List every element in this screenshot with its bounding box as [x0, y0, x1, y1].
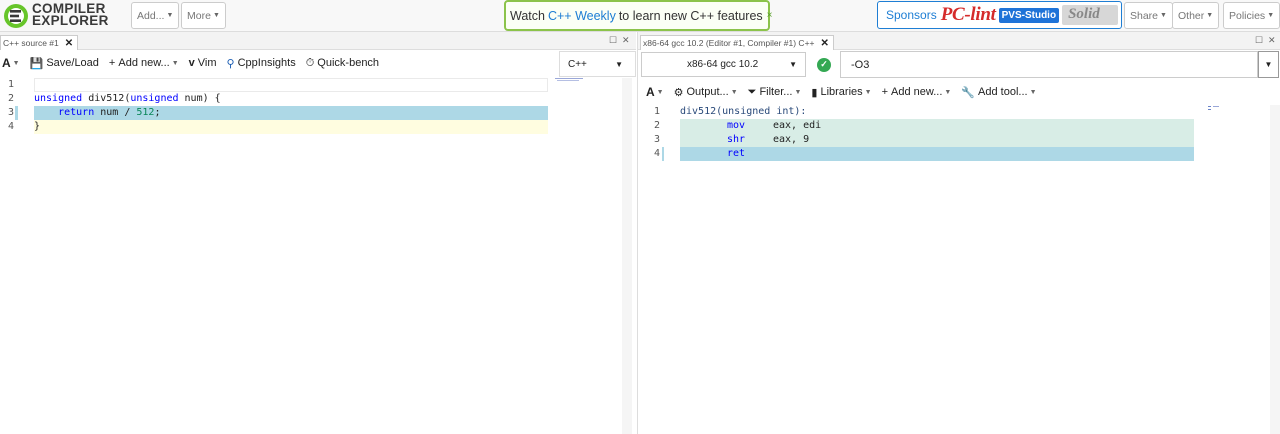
caret-down-icon: ▼ — [789, 60, 797, 69]
font-size-button[interactable]: A ▼ — [2, 56, 20, 70]
more-menu-button[interactable]: More ▼ — [181, 2, 226, 29]
vim-button[interactable]: v Vim — [189, 57, 217, 69]
filter-button[interactable]: ⏷ Filter... ▼ — [748, 86, 802, 99]
add-menu-button[interactable]: Add... ▼ — [131, 2, 180, 29]
asm-line: 2 mov eax, edi — [640, 119, 1194, 133]
assembly-output[interactable]: 1 div512(unsigned int): 2 mov eax, edi 3… — [640, 105, 1280, 434]
options-dropdown-button[interactable]: ▼ — [1258, 51, 1279, 78]
compiler-tabbar: x86-64 gcc 10.2 (Editor #1, Compiler #1)… — [638, 32, 1280, 50]
close-pane-icon[interactable]: ✕ — [622, 35, 630, 46]
close-banner-icon[interactable]: × — [767, 10, 773, 21]
add-new-button[interactable]: + Add new... ▼ — [109, 57, 179, 69]
stopwatch-icon: ⏱ — [305, 56, 315, 69]
asm-scrollbar[interactable] — [1270, 105, 1280, 434]
policies-menu-button[interactable]: Policies ▼ — [1223, 2, 1280, 29]
compiler-explorer-logo[interactable]: COMPILER EXPLORER — [2, 2, 118, 30]
quick-bench-button[interactable]: ⏱ Quick-bench — [306, 57, 379, 70]
announcement-banner: Watch C++ Weekly to learn new C++ featur… — [504, 0, 773, 31]
close-tab-icon[interactable]: ✕ — [821, 38, 829, 49]
caret-down-icon: ▼ — [212, 12, 220, 19]
compile-status-button[interactable]: ✓ — [810, 52, 838, 77]
plus-icon: + — [881, 86, 889, 98]
code-line: 2 unsigned div512(unsigned num) { — [8, 93, 221, 104]
asm-line: 1 div512(unsigned int): — [654, 106, 807, 117]
logo-line2: EXPLORER — [32, 13, 109, 28]
caret-down-icon: ▼ — [794, 88, 802, 96]
code-line: 4 } — [0, 120, 548, 134]
caret-down-icon: ▼ — [1206, 12, 1214, 19]
compiler-options-input[interactable]: -O3 — [840, 51, 1258, 78]
close-tab-icon[interactable]: ✕ — [65, 38, 73, 49]
libraries-button[interactable]: ▮ Libraries ▼ — [811, 86, 871, 99]
line-highlight — [680, 147, 1194, 161]
current-line-marker — [34, 78, 548, 92]
gear-icon: ⚙ — [673, 86, 684, 99]
close-pane-icon[interactable]: ✕ — [1268, 35, 1276, 46]
caret-down-icon: ▼ — [1267, 12, 1275, 19]
caret-down-icon: ▼ — [730, 88, 738, 96]
pclint-logo[interactable]: PC-lint — [941, 4, 996, 26]
cpp-weekly-link[interactable]: C++ Weekly — [548, 9, 616, 23]
share-menu-button[interactable]: Share ▼ — [1124, 2, 1173, 29]
asm-minimap[interactable] — [1208, 106, 1228, 112]
tab-compiler[interactable]: x86-64 gcc 10.2 (Editor #1, Compiler #1)… — [640, 35, 834, 50]
compiler-select[interactable]: x86-64 gcc 10.2 ▼ — [641, 52, 806, 77]
caret-down-icon: ▼ — [171, 59, 179, 67]
caret-down-icon: ▼ — [944, 88, 952, 96]
wrench-icon: 🔧 — [961, 86, 976, 99]
editor-scrollbar[interactable] — [622, 78, 632, 434]
caret-down-icon: ▼ — [1160, 12, 1167, 19]
caret-down-icon: ▼ — [656, 88, 664, 96]
caret-down-icon: ▼ — [615, 59, 623, 69]
output-button[interactable]: ⚙ Output... ▼ — [674, 86, 738, 99]
caret-down-icon: ▼ — [864, 88, 872, 96]
pvs-studio-logo[interactable]: PVS-Studio — [998, 7, 1060, 23]
source-editor[interactable]: 1 2 unsigned div512(unsigned num) { 3 re… — [0, 78, 622, 434]
tab-cpp-source[interactable]: C++ source #1 ✕ — [0, 35, 79, 50]
line-highlight — [680, 133, 1194, 147]
check-icon: ✓ — [817, 57, 831, 72]
maximize-icon[interactable]: ☐ — [609, 35, 617, 46]
font-size-button[interactable]: A ▼ — [646, 85, 664, 99]
caret-down-icon: ▼ — [12, 59, 20, 67]
caret-down-icon: ▼ — [1029, 88, 1037, 96]
editor-minimap[interactable] — [555, 78, 585, 82]
filter-icon: ⏷ — [747, 85, 757, 98]
save-icon: 💾 — [29, 57, 44, 70]
line-highlight — [34, 120, 548, 134]
other-menu-button[interactable]: Other ▼ — [1172, 2, 1220, 29]
plus-icon: + — [108, 57, 116, 69]
vim-icon: v — [188, 57, 195, 69]
pane-splitter[interactable] — [637, 32, 638, 434]
add-new-button[interactable]: + Add new... ▼ — [882, 86, 952, 98]
compiler-toolbar: A ▼ ⚙ Output... ▼ ⏷ Filter... ▼ ▮ Libraries ▼ +… — [646, 79, 1047, 105]
cppinsights-button[interactable]: ⚲ CppInsights — [227, 57, 296, 70]
caret-down-icon: ▼ — [1264, 60, 1273, 69]
line-marker — [662, 147, 664, 161]
magnifier-icon: ⚲ — [226, 57, 235, 70]
editor-toolbar: A ▼ 💾 Save/Load + Add new... ▼ v Vim ⚲ CppInsi… — [2, 50, 389, 76]
line-highlight — [680, 119, 1194, 133]
line-marker — [15, 106, 18, 120]
language-select[interactable]: C++ ▼ — [559, 51, 636, 77]
maximize-icon[interactable]: ☐ — [1255, 35, 1263, 46]
top-navbar: COMPILER EXPLORER Add... ▼ More ▼ Watch C+… — [0, 0, 1280, 32]
code-line: 1 — [0, 78, 548, 92]
add-tool-button[interactable]: 🔧 Add tool... ▼ — [961, 86, 1036, 99]
save-load-button[interactable]: 💾 Save/Load — [30, 57, 99, 70]
book-icon: ▮ — [811, 86, 818, 99]
sponsors-button[interactable]: Sponsors PC-lint PVS-Studio Solid — [877, 1, 1122, 29]
asm-line: 4 ret — [640, 147, 1194, 161]
caret-down-icon: ▼ — [166, 12, 174, 19]
solid-sands-logo[interactable]: Solid — [1062, 5, 1119, 25]
logo-gear-icon — [4, 4, 28, 28]
editor-tabbar: C++ source #1 ✕ ☐ ✕ — [0, 32, 636, 50]
asm-line: 3 shr eax, 9 — [640, 133, 1194, 147]
code-line: 3 return num / 512; — [0, 106, 548, 120]
